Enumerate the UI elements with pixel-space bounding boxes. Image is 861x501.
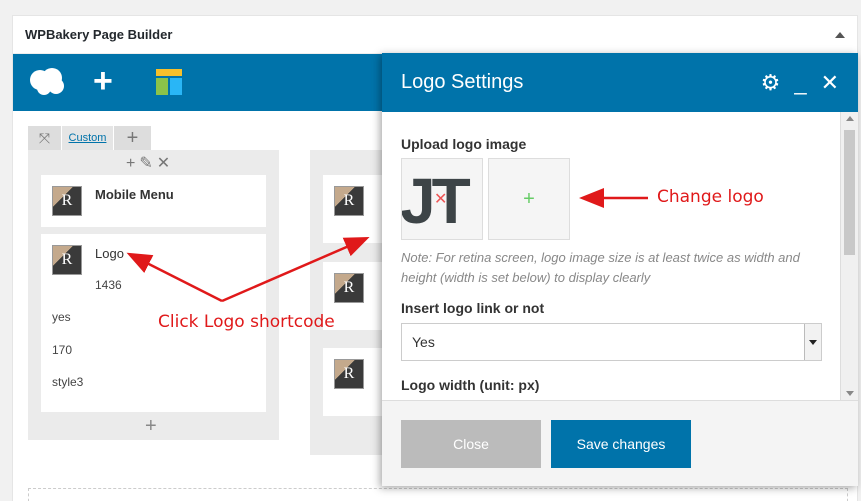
- add-image-button[interactable]: +: [488, 158, 570, 240]
- element-thumbnail: R: [334, 359, 364, 389]
- element-thumbnail: R: [52, 186, 82, 216]
- row-controls: ⤧ Custom +: [28, 126, 152, 150]
- modal-title: Logo Settings: [401, 71, 524, 93]
- column-add-icon[interactable]: +: [126, 155, 139, 172]
- modal-header: Logo Settings ⚙ _ ✕: [382, 53, 858, 112]
- scroll-thumb[interactable]: [844, 130, 855, 255]
- annotation-click-logo: Click Logo shortcode: [158, 312, 335, 332]
- modal-scrollbar[interactable]: [840, 112, 858, 400]
- save-changes-button[interactable]: Save changes: [551, 420, 691, 468]
- logo-settings-modal: Logo Settings ⚙ _ ✕ Upload logo image JT…: [382, 53, 858, 486]
- modal-footer: Close Save changes: [382, 400, 858, 486]
- element-param: style3: [52, 375, 84, 389]
- logo-image-preview[interactable]: JT ✕: [401, 158, 483, 240]
- element-title: Mobile Menu: [95, 187, 174, 202]
- logo-link-label: Insert logo link or not: [401, 300, 545, 316]
- row-layout-custom[interactable]: Custom: [62, 126, 114, 150]
- element-title: Logo: [95, 246, 124, 261]
- element-param: yes: [52, 310, 71, 324]
- minimize-icon[interactable]: _: [794, 71, 806, 94]
- close-icon[interactable]: ✕: [821, 71, 839, 94]
- column-add-bottom-icon[interactable]: +: [145, 415, 157, 438]
- collapse-arrow-icon[interactable]: [835, 31, 845, 38]
- scroll-down-icon[interactable]: [846, 391, 854, 396]
- element-mobile-menu[interactable]: R Mobile Menu: [41, 175, 266, 227]
- element-param: 170: [52, 343, 73, 357]
- element-thumbnail: R: [334, 186, 364, 216]
- column-1: +✎✕ R Mobile Menu R Logo 1436 yes 170 st…: [28, 150, 279, 440]
- row-add-icon[interactable]: +: [114, 126, 152, 150]
- logo-width-label: Logo width (unit: px): [401, 377, 540, 393]
- panel-title: WPBakery Page Builder: [25, 27, 173, 42]
- gear-icon[interactable]: ⚙: [761, 71, 781, 94]
- element-thumbnail: R: [334, 273, 364, 303]
- element-thumbnail: R: [52, 245, 82, 275]
- scroll-up-icon[interactable]: [846, 116, 854, 121]
- modal-body: Upload logo image JT ✕ + Note: For retin…: [382, 112, 840, 400]
- panel-header: WPBakery Page Builder: [13, 16, 857, 54]
- annotation-change-logo: Change logo: [657, 187, 764, 207]
- column-edit-icon[interactable]: ✎: [139, 155, 156, 172]
- logo-link-select[interactable]: Yes: [401, 323, 822, 361]
- close-button[interactable]: Close: [401, 420, 541, 468]
- remove-image-icon[interactable]: ✕: [434, 189, 447, 209]
- column-delete-icon[interactable]: ✕: [157, 155, 174, 172]
- element-param: 1436: [95, 278, 122, 292]
- add-element-icon[interactable]: +: [93, 64, 113, 98]
- add-row-area[interactable]: [28, 488, 848, 501]
- templates-icon[interactable]: [156, 69, 182, 95]
- builder-logo-icon[interactable]: [28, 66, 66, 98]
- row-move-icon[interactable]: ⤧: [28, 126, 62, 150]
- logo-link-value: Yes: [412, 334, 435, 350]
- chevron-down-icon[interactable]: [804, 324, 821, 360]
- upload-logo-label: Upload logo image: [401, 136, 527, 152]
- retina-note: Note: For retina screen, logo image size…: [401, 250, 800, 285]
- column-controls: +✎✕: [126, 153, 174, 173]
